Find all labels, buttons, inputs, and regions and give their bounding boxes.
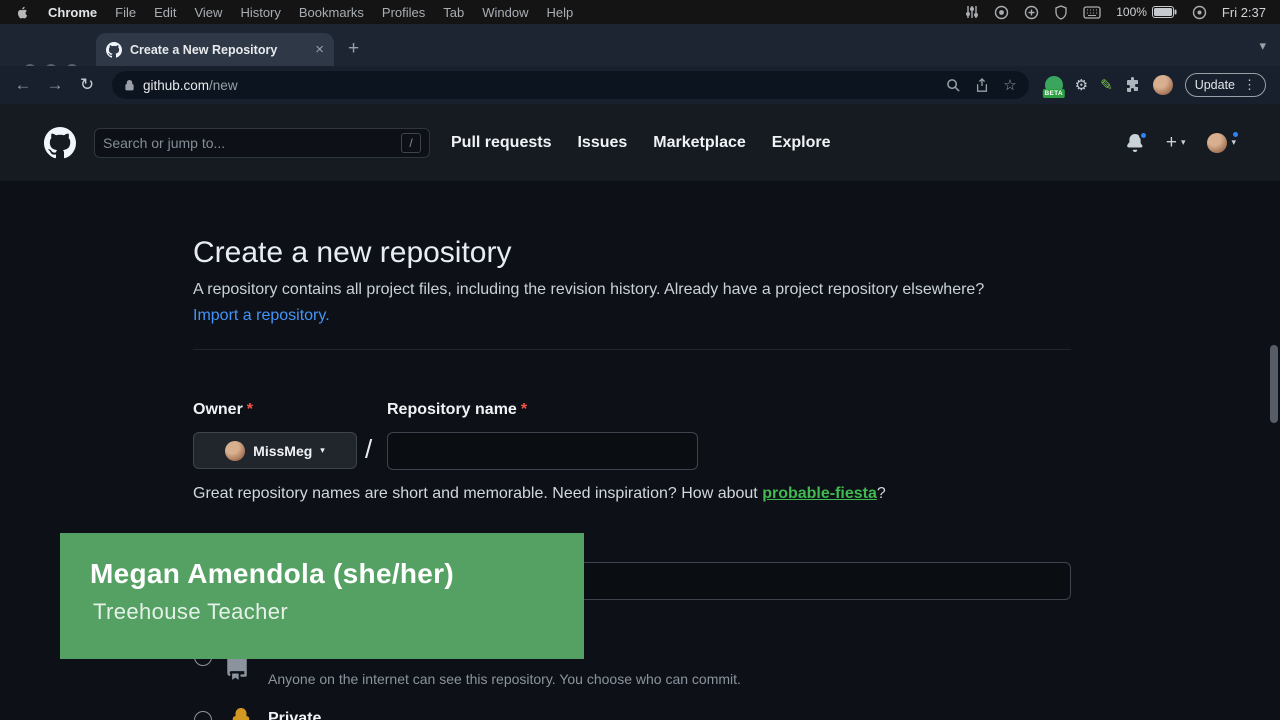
- browser-toolbar: ← → ↻ github.com /new ☆ BETA: [0, 66, 1280, 104]
- suggestion-prefix: Great repository names are short and mem…: [193, 485, 762, 502]
- section-divider: [193, 349, 1071, 350]
- plus-icon: +: [1166, 132, 1177, 154]
- zoom-icon[interactable]: [946, 78, 961, 93]
- menubar-item-tab[interactable]: Tab: [434, 5, 473, 20]
- update-button[interactable]: Update ⋮: [1185, 73, 1266, 97]
- suggested-name-link[interactable]: probable-fiesta: [762, 485, 877, 502]
- bookmark-star-icon[interactable]: ☆: [1003, 76, 1016, 94]
- presenter-banner: Megan Amendola (she/her) Treehouse Teach…: [60, 533, 584, 659]
- search-shortcut-badge: /: [401, 133, 421, 153]
- github-header: / Pull requests Issues Marketplace Explo…: [0, 104, 1280, 181]
- nav-issues[interactable]: Issues: [577, 134, 627, 152]
- chevron-down-icon: ▾: [1181, 137, 1186, 148]
- tab-search-chevron-icon[interactable]: ▾: [1259, 38, 1266, 54]
- intro-text: A repository contains all project files,…: [193, 281, 984, 298]
- browser-menu-kebab-icon[interactable]: ⋮: [1243, 77, 1256, 93]
- private-option-label[interactable]: Private: [268, 710, 321, 720]
- github-header-right: + ▾ ▾: [1126, 132, 1236, 154]
- address-host: github.com: [143, 78, 209, 93]
- private-radio[interactable]: [194, 711, 212, 720]
- github-search-box[interactable]: /: [94, 128, 430, 158]
- back-button[interactable]: ←: [10, 75, 36, 95]
- menubar-item-chrome[interactable]: Chrome: [39, 5, 106, 20]
- beta-badge: BETA: [1042, 89, 1064, 98]
- suggestion-suffix: ?: [877, 485, 886, 502]
- browser-profile-avatar[interactable]: [1153, 75, 1173, 95]
- toolbar-extensions: BETA ⚙ ✎ Update ⋮: [1041, 73, 1270, 97]
- update-button-label: Update: [1195, 78, 1235, 92]
- status-circle-icon[interactable]: [1024, 5, 1039, 20]
- import-repository-link[interactable]: Import a repository.: [193, 307, 330, 324]
- macos-menubar: Chrome File Edit View History Bookmarks …: [0, 0, 1280, 24]
- github-logo-icon[interactable]: [44, 127, 76, 159]
- battery-icon: [1152, 6, 1177, 18]
- notification-dot: [1139, 131, 1148, 140]
- battery-percent: 100%: [1116, 5, 1147, 19]
- keyboard-icon[interactable]: [1083, 6, 1101, 19]
- apple-menu-icon[interactable]: [0, 5, 39, 20]
- menubar-item-bookmarks[interactable]: Bookmarks: [290, 5, 373, 20]
- chevron-down-icon: ▾: [320, 445, 325, 456]
- screen-record-icon[interactable]: [994, 5, 1009, 20]
- github-favicon: [106, 42, 122, 58]
- forward-button[interactable]: →: [42, 75, 68, 95]
- extensions-puzzle-icon[interactable]: [1125, 77, 1141, 93]
- notifications-bell-icon[interactable]: [1126, 134, 1144, 152]
- presenter-role: Treehouse Teacher: [93, 599, 288, 625]
- search-input[interactable]: [103, 135, 395, 151]
- menubar-item-view[interactable]: View: [185, 5, 231, 20]
- menubar-status-area: 100% Fri 2:37: [965, 5, 1280, 20]
- scrollbar-thumb[interactable]: [1270, 345, 1278, 423]
- menubar-item-help[interactable]: Help: [538, 5, 583, 20]
- page-intro: A repository contains all project files,…: [193, 277, 1015, 329]
- create-new-dropdown[interactable]: + ▾: [1166, 132, 1186, 154]
- github-nav: Pull requests Issues Marketplace Explore: [451, 134, 830, 152]
- owner-repo-separator: /: [365, 434, 372, 465]
- beta-extension-icon[interactable]: BETA: [1045, 76, 1063, 94]
- owner-name: MissMeg: [253, 443, 312, 459]
- presenter-name: Megan Amendola (she/her): [90, 558, 454, 590]
- repository-name-input[interactable]: [387, 432, 698, 470]
- menubar-item-edit[interactable]: Edit: [145, 5, 185, 20]
- required-asterisk: *: [247, 401, 253, 418]
- user-menu[interactable]: ▾: [1207, 133, 1236, 153]
- grammar-extension-icon[interactable]: ✎: [1100, 76, 1113, 94]
- tab-title: Create a New Repository: [130, 43, 307, 57]
- address-path: /new: [209, 78, 238, 93]
- menubar-item-history[interactable]: History: [231, 5, 289, 20]
- avatar-notification-dot: [1231, 130, 1240, 139]
- menubar-item-window[interactable]: Window: [473, 5, 537, 20]
- sliders-icon[interactable]: [965, 5, 979, 19]
- owner-avatar: [225, 441, 245, 461]
- menubar-item-file[interactable]: File: [106, 5, 145, 20]
- public-option-description: Anyone on the internet can see this repo…: [268, 671, 741, 687]
- browser-tab-strip: Create a New Repository × + ▾: [0, 24, 1280, 66]
- repo-name-suggestion: Great repository names are short and mem…: [193, 485, 1071, 503]
- owner-label: Owner*: [193, 401, 253, 419]
- control-center-icon[interactable]: [1192, 5, 1207, 20]
- nav-pull-requests[interactable]: Pull requests: [451, 134, 551, 152]
- chevron-down-icon: ▾: [1231, 137, 1236, 148]
- nav-explore[interactable]: Explore: [772, 134, 831, 152]
- share-icon[interactable]: [975, 78, 989, 93]
- battery-indicator[interactable]: 100%: [1116, 5, 1177, 19]
- owner-select-button[interactable]: MissMeg ▾: [193, 432, 357, 469]
- private-lock-icon: [230, 708, 252, 720]
- page-title: Create a new repository: [193, 236, 512, 270]
- tab-close-icon[interactable]: ×: [315, 42, 324, 57]
- lock-icon[interactable]: [124, 79, 135, 92]
- required-asterisk: *: [521, 401, 527, 418]
- menubar-item-profiles[interactable]: Profiles: [373, 5, 434, 20]
- browser-tab[interactable]: Create a New Repository ×: [96, 33, 334, 66]
- shield-icon[interactable]: [1054, 5, 1068, 20]
- user-avatar: [1207, 133, 1227, 153]
- nav-marketplace[interactable]: Marketplace: [653, 134, 746, 152]
- settings-extension-icon[interactable]: ⚙: [1075, 76, 1088, 94]
- address-bar[interactable]: github.com /new ☆: [112, 71, 1029, 99]
- screen: Chrome File Edit View History Bookmarks …: [0, 0, 1280, 720]
- menubar-clock[interactable]: Fri 2:37: [1222, 5, 1266, 20]
- reload-button[interactable]: ↻: [74, 75, 100, 95]
- new-tab-button[interactable]: +: [348, 38, 359, 60]
- repository-name-label: Repository name*: [387, 401, 527, 419]
